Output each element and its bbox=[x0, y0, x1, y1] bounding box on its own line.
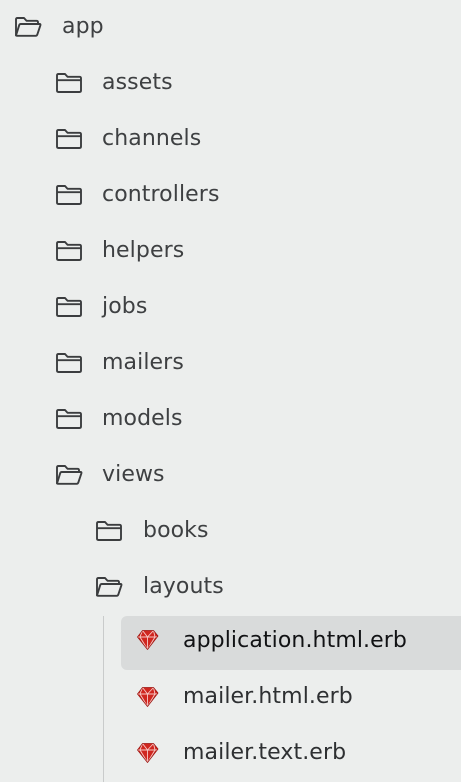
tree-file-mailer-text-erb[interactable]: mailer.text.erb bbox=[0, 726, 461, 782]
tree-folder-jobs[interactable]: jobs bbox=[0, 280, 461, 336]
ruby-file-icon bbox=[136, 741, 160, 765]
folder-icon bbox=[95, 519, 123, 543]
folder-icon bbox=[55, 351, 83, 375]
tree-label-layouts: layouts bbox=[143, 574, 224, 599]
tree-folder-mailers[interactable]: mailers bbox=[0, 336, 461, 392]
tree-file-application-html-erb[interactable]: application.html.erb bbox=[0, 613, 461, 670]
tree-label-mailer-text-erb: mailer.text.erb bbox=[183, 740, 347, 765]
tree-file-mailer-html-erb[interactable]: mailer.html.erb bbox=[0, 670, 461, 726]
folder-open-icon bbox=[95, 575, 123, 599]
tree-folder-channels[interactable]: channels bbox=[0, 112, 461, 168]
ruby-file-icon bbox=[136, 628, 160, 652]
folder-icon bbox=[55, 239, 83, 263]
tree-folder-helpers[interactable]: helpers bbox=[0, 224, 461, 280]
tree-label-books: books bbox=[143, 518, 209, 543]
tree-label-mailer-html-erb: mailer.html.erb bbox=[183, 684, 353, 709]
tree-label-models: models bbox=[102, 406, 183, 431]
folder-icon bbox=[55, 71, 83, 95]
tree-label-helpers: helpers bbox=[102, 238, 185, 263]
folder-icon bbox=[55, 183, 83, 207]
tree-folder-books[interactable]: books bbox=[0, 504, 461, 560]
tree-label-views: views bbox=[102, 462, 165, 487]
tree-folder-layouts[interactable]: layouts bbox=[0, 560, 461, 616]
folder-icon bbox=[55, 295, 83, 319]
tree-folder-app[interactable]: app bbox=[0, 0, 461, 56]
tree-label-controllers: controllers bbox=[102, 182, 220, 207]
file-explorer-tree: app assets channels controllers helpers … bbox=[0, 0, 461, 782]
tree-label-channels: channels bbox=[102, 126, 202, 151]
folder-open-icon bbox=[14, 15, 42, 39]
tree-label-assets: assets bbox=[102, 70, 173, 95]
tree-folder-models[interactable]: models bbox=[0, 392, 461, 448]
tree-folder-views[interactable]: views bbox=[0, 448, 461, 504]
folder-icon bbox=[55, 127, 83, 151]
tree-label-mailers: mailers bbox=[102, 350, 184, 375]
tree-folder-assets[interactable]: assets bbox=[0, 56, 461, 112]
folder-icon bbox=[55, 407, 83, 431]
tree-label-jobs: jobs bbox=[102, 294, 148, 319]
tree-folder-controllers[interactable]: controllers bbox=[0, 168, 461, 224]
tree-label-app: app bbox=[62, 14, 104, 39]
ruby-file-icon bbox=[136, 685, 160, 709]
folder-open-icon bbox=[55, 463, 83, 487]
tree-label-application-html-erb: application.html.erb bbox=[183, 628, 407, 653]
